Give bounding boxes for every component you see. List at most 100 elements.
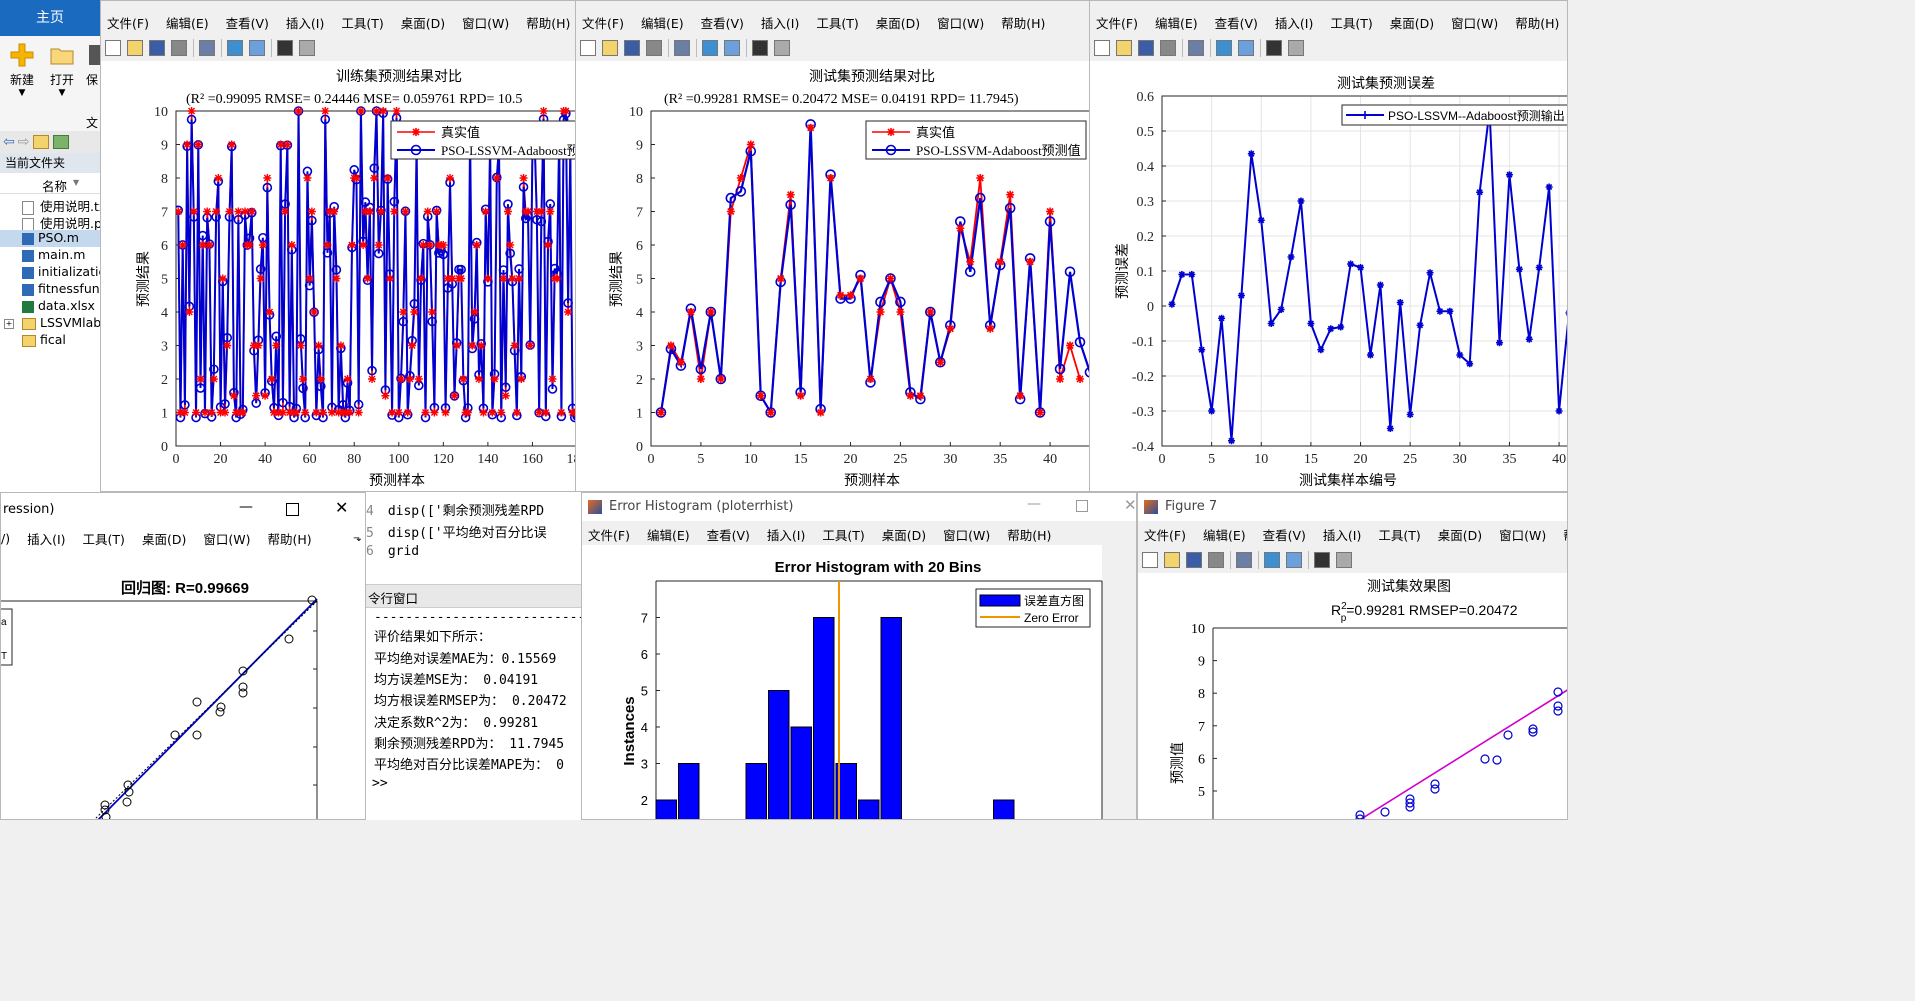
menu-file[interactable]: 文件(F) [1096, 13, 1138, 32]
true-value-marker [207, 408, 216, 417]
menu-edit[interactable]: 编辑(E) [166, 13, 209, 32]
open-file-icon[interactable] [1164, 552, 1180, 568]
pointer-icon[interactable] [277, 40, 293, 56]
file-row[interactable]: fitnessfunc [22, 281, 101, 296]
file-row[interactable]: initializatic [22, 264, 101, 279]
legend-icon[interactable] [1238, 40, 1254, 56]
pointer-icon[interactable] [752, 40, 768, 56]
forward-arrow-icon[interactable]: ⇨ [18, 134, 30, 150]
command-prompt[interactable]: >> [372, 776, 388, 791]
y-tick-label: 4 [641, 720, 648, 735]
true-value-marker [292, 408, 301, 417]
expand-icon[interactable]: + [4, 318, 14, 329]
name-column-header[interactable]: 名称 ▼ [0, 173, 100, 194]
new-figure-icon[interactable] [580, 40, 596, 56]
new-figure-icon[interactable] [105, 40, 121, 56]
y-tick-label: 0.6 [1137, 90, 1155, 105]
menu-insert[interactable]: 插入(I) [1323, 525, 1361, 544]
save-icon[interactable] [624, 40, 640, 56]
pointer-icon[interactable] [1266, 40, 1282, 56]
print-icon[interactable] [171, 40, 187, 56]
menu-view[interactable]: 查看(V) [226, 13, 269, 32]
menu-tools[interactable]: 工具(T) [1378, 525, 1420, 544]
menu-insert[interactable]: 插入(I) [761, 13, 799, 32]
pointer-icon[interactable] [1314, 552, 1330, 568]
link-icon[interactable] [1236, 552, 1252, 568]
property-editor-icon[interactable] [774, 40, 790, 56]
property-editor-icon[interactable] [1288, 40, 1304, 56]
print-icon[interactable] [1208, 552, 1224, 568]
x-axis-label: 测试集样本编号 [1299, 472, 1397, 489]
folder-row[interactable]: + LSSVMlab [4, 315, 101, 330]
file-row-selected[interactable]: PSO.m [0, 230, 100, 247]
legend-icon[interactable] [1286, 552, 1302, 568]
open-file-icon[interactable] [127, 40, 143, 56]
menu-help[interactable]: 帮助(H) [526, 13, 570, 32]
y-tick-label: 5 [1198, 785, 1205, 800]
new-icon [10, 43, 34, 67]
new-figure-icon[interactable] [1094, 40, 1110, 56]
open-button[interactable]: 打开 ▼ [46, 42, 78, 102]
data-point [1380, 807, 1390, 817]
x-tick-label: 140 [477, 452, 498, 467]
link-icon[interactable] [199, 40, 215, 56]
legend-icon[interactable] [724, 40, 740, 56]
file-row[interactable]: data.xlsx [22, 298, 95, 313]
new-button[interactable]: 新建 ▼ [6, 42, 38, 102]
menu-window[interactable]: 窗口(W) [1499, 525, 1546, 544]
menu-window[interactable]: 窗口(W) [1451, 13, 1498, 32]
folder-row[interactable]: fical [22, 332, 66, 347]
property-editor-icon[interactable] [299, 40, 315, 56]
section-label: 文 [86, 116, 99, 130]
y-tick-label: 7 [641, 611, 648, 626]
menu-view[interactable]: 查看(V) [1215, 13, 1258, 32]
menu-edit[interactable]: 编辑(E) [1155, 13, 1198, 32]
figure-toolbar [1138, 547, 1567, 573]
menu-desktop[interactable]: 桌面(D) [876, 13, 920, 32]
colorbar-icon[interactable] [1216, 40, 1232, 56]
menu-help[interactable]: 帮助(H) [1515, 13, 1559, 32]
menu-tools[interactable]: 工具(T) [1330, 13, 1372, 32]
home-tab[interactable]: 主页 [0, 0, 100, 36]
print-icon[interactable] [1160, 40, 1176, 56]
menu-view[interactable]: 查看(V) [1263, 525, 1306, 544]
back-arrow-icon[interactable]: ⇦ [3, 134, 15, 150]
menu-insert[interactable]: 插入(I) [1275, 13, 1313, 32]
menu-desktop[interactable]: 桌面(D) [1438, 525, 1482, 544]
save-icon[interactable] [1138, 40, 1154, 56]
save-icon[interactable] [1186, 552, 1202, 568]
save-icon[interactable] [149, 40, 165, 56]
menu-help[interactable]: 帮助(H) [1001, 13, 1045, 32]
menu-help[interactable]: 帮助(H) [1563, 525, 1567, 544]
colorbar-icon[interactable] [1264, 552, 1280, 568]
data-point [1553, 687, 1563, 697]
menu-file[interactable]: 文件(F) [107, 13, 149, 32]
link-icon[interactable] [674, 40, 690, 56]
link-icon[interactable] [1188, 40, 1204, 56]
legend-icon[interactable] [249, 40, 265, 56]
property-editor-icon[interactable] [1336, 552, 1352, 568]
menu-tools[interactable]: 工具(T) [816, 13, 858, 32]
colorbar-icon[interactable] [702, 40, 718, 56]
menu-edit[interactable]: 编辑(E) [641, 13, 684, 32]
browse-folder-icon[interactable] [53, 135, 70, 149]
menu-file[interactable]: 文件(F) [1144, 525, 1186, 544]
true-value-marker [408, 341, 417, 350]
menu-desktop[interactable]: 桌面(D) [1390, 13, 1434, 32]
save-button[interactable]: 保 [86, 42, 100, 102]
menu-insert[interactable]: 插入(I) [286, 13, 324, 32]
open-file-icon[interactable] [602, 40, 618, 56]
menu-tools[interactable]: 工具(T) [341, 13, 383, 32]
colorbar-icon[interactable] [227, 40, 243, 56]
open-file-icon[interactable] [1116, 40, 1132, 56]
menu-view[interactable]: 查看(V) [701, 13, 744, 32]
menu-file[interactable]: 文件(F) [582, 13, 624, 32]
menu-window[interactable]: 窗口(W) [937, 13, 984, 32]
new-figure-icon[interactable] [1142, 552, 1158, 568]
print-icon[interactable] [646, 40, 662, 56]
file-row[interactable]: main.m [22, 247, 85, 262]
up-folder-icon[interactable] [33, 135, 50, 149]
menu-edit[interactable]: 编辑(E) [1203, 525, 1246, 544]
menu-window[interactable]: 窗口(W) [462, 13, 509, 32]
menu-desktop[interactable]: 桌面(D) [401, 13, 445, 32]
